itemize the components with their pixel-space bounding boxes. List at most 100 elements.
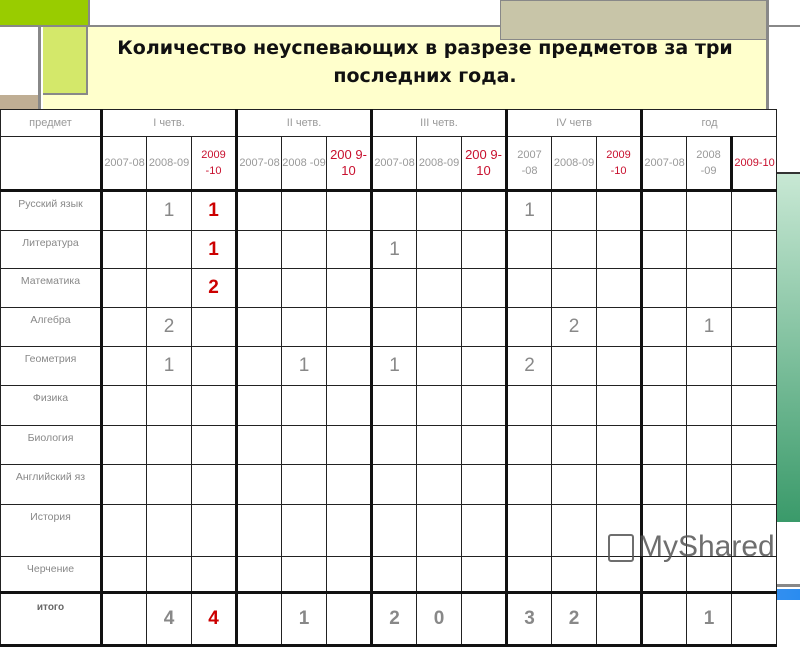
- value-cell: [235, 190, 282, 231]
- value-cell: [191, 504, 237, 557]
- value-cell: [370, 385, 417, 426]
- value-cell: [505, 230, 553, 269]
- value-cell: 1: [370, 230, 417, 269]
- value-cell: [100, 425, 147, 465]
- value-cell: [505, 556, 553, 593]
- year-header: 2007-08: [100, 136, 147, 192]
- value-cell: [326, 268, 372, 308]
- value-cell: [100, 504, 147, 557]
- value-cell: [731, 385, 778, 426]
- value-cell: 2: [146, 307, 192, 347]
- value-cell: [596, 385, 643, 426]
- value-cell: [326, 591, 372, 647]
- value-cell: [416, 425, 462, 465]
- value-cell: 1: [191, 190, 237, 231]
- value-cell: [191, 464, 237, 505]
- value-cell: [505, 268, 553, 308]
- value-cell: [235, 307, 282, 347]
- value-cell: [640, 307, 688, 347]
- empty-header-cell: [0, 136, 102, 192]
- watermark: MyShared: [608, 530, 775, 564]
- value-cell: [326, 385, 372, 426]
- value-cell: [191, 385, 237, 426]
- value-cell: 1: [191, 230, 237, 269]
- value-cell: 2: [551, 591, 598, 647]
- value-cell: [596, 307, 643, 347]
- decor-tan-small: [0, 95, 38, 109]
- value-cell: [281, 504, 327, 557]
- value-cell: 2: [505, 346, 553, 386]
- value-cell: [370, 268, 417, 308]
- value-cell: [551, 556, 598, 593]
- subject-name: Русский язык: [0, 190, 102, 231]
- value-cell: [191, 307, 237, 347]
- value-cell: [235, 268, 282, 308]
- value-cell: [505, 385, 553, 426]
- value-cell: [596, 268, 643, 308]
- value-cell: [235, 504, 282, 557]
- value-cell: [416, 346, 462, 386]
- value-cell: [460, 346, 508, 386]
- table-row: Алгебра 2 2 1: [0, 307, 778, 347]
- value-cell: [326, 556, 372, 593]
- value-cell: 0: [416, 591, 462, 647]
- value-cell: [551, 230, 598, 269]
- value-cell: [416, 230, 462, 269]
- value-cell: [460, 190, 508, 231]
- value-cell: [370, 190, 417, 231]
- value-cell: [686, 230, 733, 269]
- value-cell: [146, 464, 192, 505]
- value-cell: [416, 385, 462, 426]
- value-cell: [191, 425, 237, 465]
- value-cell: [731, 268, 778, 308]
- value-cell: [370, 464, 417, 505]
- value-cell: [551, 464, 598, 505]
- quarter-header: год: [640, 109, 778, 137]
- value-cell: 1: [686, 591, 733, 647]
- year-header: 2008-09: [551, 136, 598, 192]
- value-cell: [640, 464, 688, 505]
- value-cell: [100, 268, 147, 308]
- value-cell: [596, 230, 643, 269]
- slide-title: Количество неуспевающих в разрезе предме…: [117, 37, 733, 87]
- value-cell: [235, 425, 282, 465]
- subject-name: Черчение: [0, 556, 102, 593]
- value-cell: [460, 504, 508, 557]
- value-cell: [640, 591, 688, 647]
- value-cell: [281, 230, 327, 269]
- value-cell: [505, 425, 553, 465]
- year-header: 2007-08: [235, 136, 282, 192]
- value-cell: [686, 268, 733, 308]
- quarter-header: III четв.: [369, 109, 508, 137]
- value-cell: [551, 425, 598, 465]
- subject-name: Алгебра: [0, 307, 102, 347]
- value-cell: [460, 385, 508, 426]
- value-cell: [505, 307, 553, 347]
- value-cell: [460, 268, 508, 308]
- value-cell: [100, 385, 147, 426]
- value-cell: [100, 591, 147, 647]
- value-cell: [370, 556, 417, 593]
- value-cell: [281, 464, 327, 505]
- value-cell: [146, 556, 192, 593]
- value-cell: [596, 425, 643, 465]
- value-cell: [370, 307, 417, 347]
- value-cell: [326, 346, 372, 386]
- value-cell: 1: [146, 346, 192, 386]
- value-cell: [281, 385, 327, 426]
- value-cell: [686, 385, 733, 426]
- value-cell: [146, 230, 192, 269]
- value-cell: 2: [370, 591, 417, 647]
- table-row: Математика 2: [0, 268, 778, 308]
- value-cell: 1: [370, 346, 417, 386]
- value-cell: [146, 504, 192, 557]
- value-cell: [731, 190, 778, 231]
- value-cell: 4: [146, 591, 192, 647]
- value-cell: [686, 425, 733, 465]
- value-cell: [235, 346, 282, 386]
- watermark-text: MyShared: [638, 530, 775, 563]
- year-header: 200 9-10: [460, 136, 508, 192]
- value-cell: [551, 268, 598, 308]
- total-row: итого 4 4 1 2 0 3 2 1: [0, 591, 778, 647]
- value-cell: [100, 556, 147, 593]
